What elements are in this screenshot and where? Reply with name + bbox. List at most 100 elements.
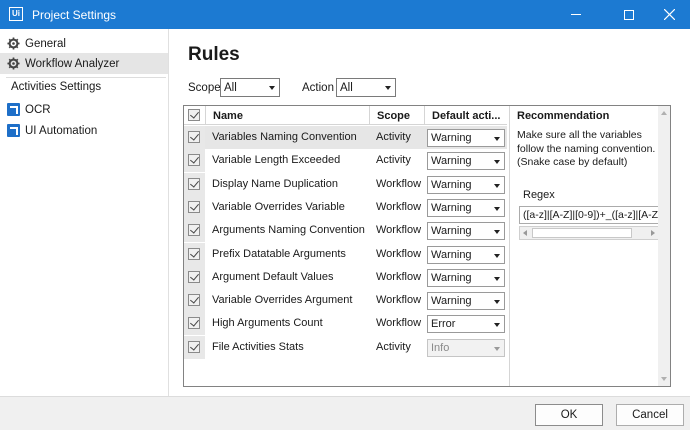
uipath-app-icon: Ui: [9, 7, 23, 21]
chevron-down-icon: [494, 160, 500, 165]
rule-default-action-value: Warning: [431, 178, 472, 191]
rule-enabled-checkbox[interactable]: [188, 224, 200, 237]
rule-name: Variable Length Exceeded: [212, 154, 341, 167]
rule-default-action-value: Warning: [431, 132, 472, 144]
rule-default-action-value: Warning: [431, 201, 472, 214]
table-row[interactable]: Argument Default Values Workflow Warning: [184, 265, 507, 289]
rule-default-action-dropdown[interactable]: Warning: [427, 222, 505, 241]
rule-default-action-value: Warning: [431, 248, 472, 261]
rule-default-action-dropdown[interactable]: Warning: [427, 292, 505, 311]
minimize-icon: [571, 14, 581, 15]
rule-default-action-value: Warning: [431, 295, 472, 308]
rule-default-action-dropdown[interactable]: Warning: [427, 129, 505, 147]
recommendation-description: Make sure all the variables follow the n…: [517, 129, 656, 168]
rule-enabled-checkbox[interactable]: [188, 317, 200, 330]
rule-default-action-dropdown[interactable]: Warning: [427, 198, 505, 217]
rule-scope: Workflow: [376, 317, 422, 330]
recommendation-title: Recommendation: [517, 110, 610, 122]
column-header-default-action[interactable]: Default acti...: [432, 110, 507, 122]
grid-header: Name Scope Default acti...: [184, 106, 507, 125]
rule-scope: Activity: [376, 131, 411, 143]
regex-horizontal-scrollbar[interactable]: [519, 226, 659, 240]
table-row[interactable]: Variable Length Exceeded Activity Warning: [184, 149, 507, 173]
regex-field[interactable]: ([a-z]|[A-Z]|[0-9])+_([a-z]|[A-Z: [519, 206, 659, 224]
rule-name: Display Name Duplication: [212, 177, 338, 190]
rule-name: High Arguments Count: [212, 317, 323, 330]
table-row[interactable]: Arguments Naming Convention Workflow Warni…: [184, 219, 507, 243]
sidebar-item-label: General: [25, 37, 66, 50]
chevron-down-icon: [494, 230, 500, 235]
ui-automation-activity-icon: [7, 124, 20, 137]
rule-default-action-dropdown: Info: [427, 338, 505, 357]
rule-default-action-dropdown[interactable]: Warning: [427, 268, 505, 287]
scroll-up-icon: [661, 111, 667, 115]
sidebar-divider: [6, 77, 166, 78]
dialog-footer: OK Cancel: [0, 396, 690, 430]
column-header-name[interactable]: Name: [213, 110, 243, 122]
chevron-down-icon: [494, 276, 500, 281]
rule-enabled-checkbox[interactable]: [188, 294, 200, 307]
chevron-down-icon: [494, 323, 500, 328]
sidebar-item-ui-automation[interactable]: UI Automation: [0, 120, 168, 141]
ok-button[interactable]: OK: [535, 404, 603, 426]
table-row[interactable]: Prefix Datatable Arguments Workflow Warnin…: [184, 242, 507, 266]
maximize-icon: [624, 9, 634, 20]
activities-settings-header: Activities Settings: [11, 81, 102, 93]
sidebar-item-general[interactable]: General: [0, 33, 168, 54]
sidebar-item-label: Workflow Analyzer: [25, 57, 120, 70]
select-all-checkbox[interactable]: [188, 109, 200, 121]
rule-scope: Workflow: [376, 177, 422, 190]
rule-enabled-checkbox[interactable]: [188, 177, 200, 190]
action-filter-dropdown[interactable]: All: [336, 78, 396, 97]
sidebar-item-ocr[interactable]: OCR: [0, 99, 168, 120]
regex-label: Regex: [523, 189, 555, 201]
rule-enabled-checkbox[interactable]: [188, 340, 200, 353]
rule-enabled-checkbox[interactable]: [188, 131, 200, 143]
rule-name: Prefix Datatable Arguments: [212, 247, 346, 260]
gear-icon: [7, 37, 20, 50]
table-row[interactable]: Display Name Duplication Workflow Warning: [184, 172, 507, 196]
rule-scope: Workflow: [376, 270, 422, 283]
rule-name: File Activities Stats: [212, 340, 304, 353]
rule-default-action-value: Warning: [431, 271, 472, 284]
rule-default-action-dropdown[interactable]: Warning: [427, 245, 505, 264]
rule-default-action-dropdown[interactable]: Warning: [427, 175, 505, 194]
rule-enabled-checkbox[interactable]: [188, 200, 200, 213]
close-icon: [663, 9, 675, 20]
scope-filter-dropdown[interactable]: All: [220, 78, 280, 97]
rule-default-action-value: Warning: [431, 225, 472, 238]
recommendation-vertical-scrollbar[interactable]: [658, 106, 670, 386]
chevron-down-icon: [494, 346, 500, 351]
rule-enabled-checkbox[interactable]: [188, 270, 200, 283]
action-filter-label: Action: [302, 82, 334, 94]
rule-default-action-dropdown[interactable]: Warning: [427, 152, 505, 171]
rule-name: Arguments Naming Convention: [212, 224, 365, 237]
rule-default-action-dropdown[interactable]: Error: [427, 315, 505, 334]
rule-scope: Workflow: [376, 200, 422, 213]
rule-scope: Workflow: [376, 247, 422, 260]
cancel-button[interactable]: Cancel: [616, 404, 684, 426]
rule-default-action-value: Error: [431, 318, 456, 331]
table-row[interactable]: File Activities Stats Activity Info: [184, 335, 507, 359]
table-row[interactable]: Variable Overrides Argument Workflow Warni…: [184, 289, 507, 313]
table-row[interactable]: High Arguments Count Workflow Error: [184, 312, 507, 336]
rule-name: Variable Overrides Argument: [212, 294, 353, 307]
minimize-button[interactable]: [553, 0, 599, 29]
close-button[interactable]: [646, 0, 690, 29]
rule-enabled-checkbox[interactable]: [188, 154, 200, 167]
action-filter-value: All: [340, 81, 353, 94]
window-title: Project Settings: [32, 8, 117, 22]
sidebar-item-label: UI Automation: [25, 124, 98, 137]
column-divider: [205, 106, 206, 125]
table-row[interactable]: Variables Naming Convention Activity Warni…: [184, 126, 507, 149]
scrollbar-thumb[interactable]: [532, 228, 632, 238]
chevron-down-icon: [494, 137, 500, 141]
rule-name: Variables Naming Convention: [212, 131, 357, 143]
rule-enabled-checkbox[interactable]: [188, 247, 200, 260]
column-header-scope[interactable]: Scope: [377, 110, 410, 122]
table-row[interactable]: Variable Overrides Variable Workflow Warni…: [184, 195, 507, 219]
chevron-down-icon: [269, 86, 275, 90]
scroll-down-icon: [661, 377, 667, 381]
rule-default-action-value: Info: [431, 341, 450, 354]
sidebar-item-workflow-analyzer[interactable]: Workflow Analyzer: [0, 53, 168, 74]
